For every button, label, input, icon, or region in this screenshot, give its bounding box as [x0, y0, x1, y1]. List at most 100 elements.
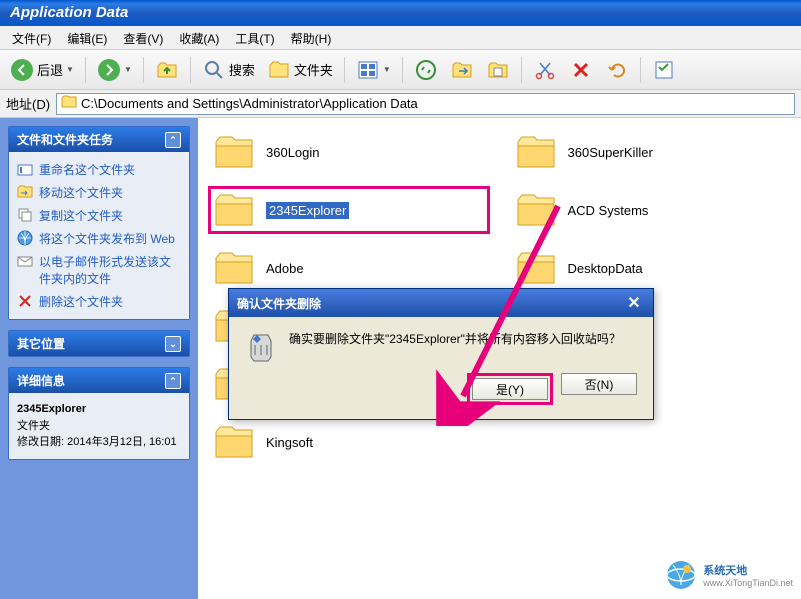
folder-label: ACD Systems: [568, 203, 649, 218]
yes-button[interactable]: 是(Y): [472, 378, 548, 400]
delete-button[interactable]: [565, 55, 597, 85]
tasks-panel-body: 重命名这个文件夹 移动这个文件夹 复制这个文件夹 将这个文件夹发布到 Web 以…: [9, 152, 189, 319]
sidebar: 文件和文件夹任务 ⌃ 重命名这个文件夹 移动这个文件夹 复制这个文件夹 将这个文…: [0, 118, 198, 599]
task-email[interactable]: 以电子邮件形式发送该文件夹内的文件: [17, 250, 181, 290]
search-button[interactable]: 搜索: [198, 55, 259, 85]
separator: [85, 57, 86, 83]
folder-label: 2345Explorer: [266, 202, 349, 219]
move-button[interactable]: [446, 55, 478, 85]
folder-item[interactable]: 360Login: [208, 128, 490, 176]
separator: [402, 57, 403, 83]
details-panel-header[interactable]: 详细信息 ⌃: [9, 368, 189, 393]
other-title: 其它位置: [17, 335, 65, 352]
folders-label: 文件夹: [294, 60, 333, 79]
up-button[interactable]: [151, 55, 183, 85]
cut-button[interactable]: [529, 55, 561, 85]
collapse-icon[interactable]: ⌃: [165, 373, 181, 389]
views-icon: [356, 58, 380, 82]
task-delete[interactable]: 删除这个文件夹: [17, 290, 181, 313]
address-box[interactable]: [56, 93, 795, 115]
other-panel: 其它位置 ⌄: [8, 330, 190, 357]
folder-icon: [212, 422, 256, 462]
task-label: 将这个文件夹发布到 Web: [39, 230, 175, 247]
folder-item[interactable]: ACD Systems: [510, 186, 792, 234]
folders-button[interactable]: 文件夹: [263, 55, 337, 85]
tasks-panel-header[interactable]: 文件和文件夹任务 ⌃: [9, 127, 189, 152]
watermark-url: www.XiTongTianDi.net: [703, 578, 793, 588]
email-icon: [17, 253, 33, 269]
details-modified: 修改日期: 2014年3月12日, 16:01: [17, 434, 181, 451]
forward-button[interactable]: ▼: [93, 55, 136, 85]
copy-icon: [17, 207, 33, 223]
web-icon: [17, 230, 33, 246]
task-label: 移动这个文件夹: [39, 184, 123, 201]
tasks-panel: 文件和文件夹任务 ⌃ 重命名这个文件夹 移动这个文件夹 复制这个文件夹 将这个文…: [8, 126, 190, 320]
expand-icon[interactable]: ⌄: [165, 336, 181, 352]
up-folder-icon: [155, 58, 179, 82]
dropdown-icon: ▼: [124, 65, 132, 74]
task-rename[interactable]: 重命名这个文件夹: [17, 158, 181, 181]
back-button[interactable]: 后退 ▼: [6, 55, 78, 85]
sync-button[interactable]: [410, 55, 442, 85]
dialog-title-text: 确认文件夹删除: [237, 295, 321, 312]
undo-icon: [605, 58, 629, 82]
no-button[interactable]: 否(N): [561, 373, 637, 395]
menu-favorites[interactable]: 收藏(A): [171, 26, 227, 49]
copy-to-icon: [486, 58, 510, 82]
dialog-body: 确实要删除文件夹"2345Explorer"并将所有内容移入回收站吗？: [229, 317, 653, 373]
folder-icon: [212, 132, 256, 172]
separator: [190, 57, 191, 83]
folder-label: DesktopData: [568, 261, 643, 276]
views-button[interactable]: ▼: [352, 55, 395, 85]
folder-icon: [514, 248, 558, 288]
details-panel: 详细信息 ⌃ 2345Explorer 文件夹 修改日期: 2014年3月12日…: [8, 367, 190, 460]
menu-view[interactable]: 查看(V): [115, 26, 171, 49]
menu-tools[interactable]: 工具(T): [227, 26, 282, 49]
cut-icon: [533, 58, 557, 82]
folder-item[interactable]: 360SuperKiller: [510, 128, 792, 176]
yes-button-highlight: 是(Y): [467, 373, 553, 405]
copy-to-button[interactable]: [482, 55, 514, 85]
folder-icon: [61, 94, 77, 113]
separator: [344, 57, 345, 83]
delete-icon: [569, 58, 593, 82]
properties-button[interactable]: [648, 55, 680, 85]
folder-item[interactable]: DesktopData: [510, 244, 792, 292]
dialog-titlebar[interactable]: 确认文件夹删除 ✕: [229, 289, 653, 317]
close-icon[interactable]: ✕: [623, 293, 645, 313]
folder-icon: [514, 132, 558, 172]
separator: [640, 57, 641, 83]
window-title: Application Data: [10, 4, 128, 21]
search-label: 搜索: [229, 60, 255, 79]
menu-file[interactable]: 文件(F): [4, 26, 59, 49]
address-bar: 地址(D): [0, 90, 801, 118]
other-panel-header[interactable]: 其它位置 ⌄: [9, 331, 189, 356]
folder-item[interactable]: Kingsoft: [208, 418, 490, 466]
address-input[interactable]: [81, 96, 790, 111]
watermark: 系统天地 www.XiTongTianDi.net: [665, 559, 793, 591]
address-label: 地址(D): [6, 94, 50, 113]
task-copy[interactable]: 复制这个文件夹: [17, 204, 181, 227]
folder-item[interactable]: 2345Explorer: [208, 186, 490, 234]
undo-button[interactable]: [601, 55, 633, 85]
folders-icon: [267, 58, 291, 82]
folder-label: 360SuperKiller: [568, 145, 653, 160]
tasks-title: 文件和文件夹任务: [17, 131, 113, 148]
menu-help[interactable]: 帮助(H): [283, 26, 340, 49]
confirm-delete-dialog: 确认文件夹删除 ✕ 确实要删除文件夹"2345Explorer"并将所有内容移入…: [228, 288, 654, 420]
task-publish[interactable]: 将这个文件夹发布到 Web: [17, 227, 181, 250]
forward-icon: [97, 58, 121, 82]
folder-item[interactable]: Adobe: [208, 244, 490, 292]
menu-bar: 文件(F) 编辑(E) 查看(V) 收藏(A) 工具(T) 帮助(H): [0, 26, 801, 50]
details-title: 详细信息: [17, 372, 65, 389]
task-label: 删除这个文件夹: [39, 293, 123, 310]
back-icon: [10, 58, 34, 82]
task-move[interactable]: 移动这个文件夹: [17, 181, 181, 204]
search-icon: [202, 58, 226, 82]
dialog-message: 确实要删除文件夹"2345Explorer"并将所有内容移入回收站吗？: [289, 331, 621, 363]
details-body: 2345Explorer 文件夹 修改日期: 2014年3月12日, 16:01: [9, 393, 189, 459]
menu-edit[interactable]: 编辑(E): [59, 26, 115, 49]
task-label: 复制这个文件夹: [39, 207, 123, 224]
back-label: 后退: [37, 60, 63, 79]
collapse-icon[interactable]: ⌃: [165, 132, 181, 148]
